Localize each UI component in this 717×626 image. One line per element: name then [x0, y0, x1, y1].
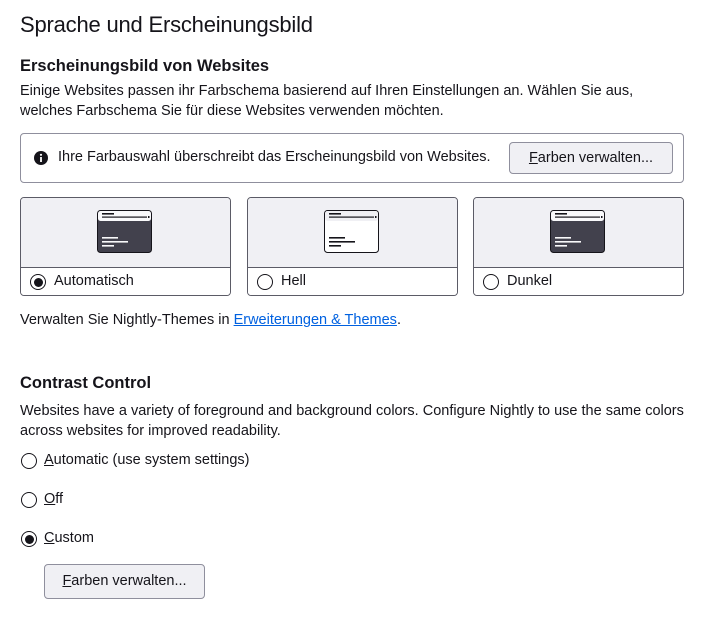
accesskey-letter: F [528, 150, 538, 166]
theme-card-automatic[interactable]: Automatisch [20, 197, 231, 296]
accesskey-letter: O [44, 491, 56, 507]
page-title: Sprache und Erscheinungsbild [20, 12, 313, 37]
contrast-control-heading: Contrast Control [20, 374, 152, 392]
notice-text: Ihre Farbauswahl überschreibt das Ersche… [58, 149, 491, 165]
accesskey-letter: A [44, 452, 54, 468]
option-label: ff [55, 491, 64, 507]
button-label: arben verwalten... [71, 573, 187, 589]
website-appearance-description: Einige Websites passen ihr Farbschema ba… [20, 83, 634, 119]
contrast-radio-off[interactable] [21, 492, 37, 508]
theme-radio-light[interactable] [257, 274, 273, 290]
website-theme-chooser: Automatisch Hell Dunkel [20, 197, 684, 296]
info-icon [34, 151, 48, 165]
button-label: arben verwalten... [537, 150, 654, 166]
accesskey-letter: F [62, 573, 72, 589]
accesskey-letter: C [44, 530, 55, 546]
option-label: utomatic (use system settings) [53, 452, 250, 468]
dark-window-preview-icon [97, 210, 152, 253]
theme-label-light: Hell [281, 273, 306, 289]
contrast-control-description: Websites have a variety of foreground an… [20, 403, 684, 439]
theme-card-light[interactable]: Hell [247, 197, 458, 296]
theme-radio-automatic[interactable] [30, 274, 46, 290]
color-override-notice: Ihre Farbauswahl überschreibt das Ersche… [20, 133, 684, 183]
theme-preview [474, 198, 683, 268]
theme-label-automatic: Automatisch [54, 273, 134, 289]
extensions-themes-link[interactable]: Erweiterungen & Themes [234, 312, 397, 328]
theme-preview [21, 198, 230, 268]
theme-preview [248, 198, 457, 268]
dark-window-preview-icon [550, 210, 605, 253]
theme-label-dark: Dunkel [507, 273, 553, 289]
contrast-radio-automatic[interactable] [21, 453, 37, 469]
website-appearance-heading: Erscheinungsbild von Websites [20, 57, 270, 75]
manage-themes-suffix: . [396, 312, 401, 328]
option-label: ustom [54, 530, 94, 546]
contrast-radio-custom[interactable] [21, 531, 37, 547]
theme-card-dark[interactable]: Dunkel [473, 197, 684, 296]
theme-radio-dark[interactable] [483, 274, 499, 290]
manage-themes-prefix: Verwalten Sie Nightly-Themes in [20, 312, 234, 328]
light-window-preview-icon [324, 210, 379, 253]
manage-colors-button[interactable]: Farben verwalten... [509, 142, 673, 174]
manage-themes-line: Verwalten Sie Nightly-Themes in Erweiter… [20, 312, 401, 328]
manage-custom-colors-button[interactable]: Farben verwalten... [44, 564, 205, 599]
